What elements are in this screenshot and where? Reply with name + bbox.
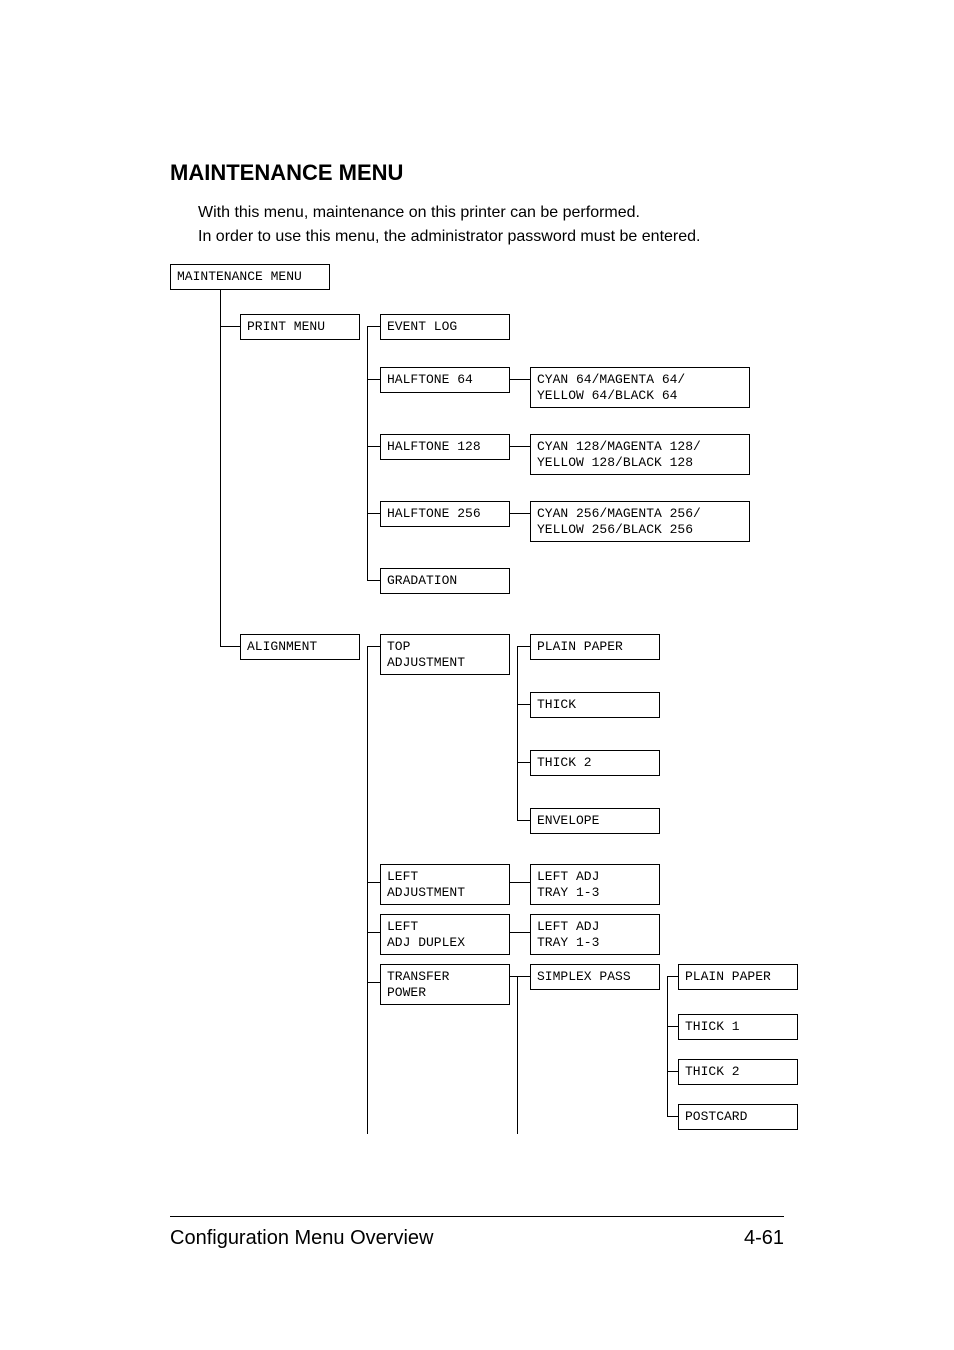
node-print-menu: PRINT MENU — [240, 314, 360, 340]
footer-page-number: 4-61 — [744, 1227, 784, 1250]
node-top-adjustment: TOP ADJUSTMENT — [380, 634, 510, 675]
node-root: MAINTENANCE MENU — [170, 264, 330, 290]
node-halftone-64-detail: CYAN 64/MAGENTA 64/ YELLOW 64/BLACK 64 — [530, 367, 750, 408]
page-footer: Configuration Menu Overview 4-61 — [170, 1216, 784, 1250]
intro-line-1: With this menu, maintenance on this prin… — [198, 204, 784, 222]
section-heading: MAINTENANCE MENU — [170, 160, 784, 186]
node-gradation: GRADATION — [380, 568, 510, 594]
node-left-adj-duplex: LEFT ADJ DUPLEX — [380, 914, 510, 955]
node-left-adjustment: LEFT ADJUSTMENT — [380, 864, 510, 905]
node-alignment: ALIGNMENT — [240, 634, 360, 660]
node-simplex-plain: PLAIN PAPER — [678, 964, 798, 990]
node-left-adj-duplex-tray: LEFT ADJ TRAY 1-3 — [530, 914, 660, 955]
node-transfer-power: TRANSFER POWER — [380, 964, 510, 1005]
node-halftone-256-detail: CYAN 256/MAGENTA 256/ YELLOW 256/BLACK 2… — [530, 501, 750, 542]
node-plain-paper: PLAIN PAPER — [530, 634, 660, 660]
footer-title: Configuration Menu Overview — [170, 1227, 433, 1250]
node-halftone-64: HALFTONE 64 — [380, 367, 510, 393]
node-halftone-128-detail: CYAN 128/MAGENTA 128/ YELLOW 128/BLACK 1… — [530, 434, 750, 475]
intro-line-2: In order to use this menu, the administr… — [198, 228, 784, 246]
node-simplex-thick2: THICK 2 — [678, 1059, 798, 1085]
node-simplex-thick1: THICK 1 — [678, 1014, 798, 1040]
node-simplex-postcard: POSTCARD — [678, 1104, 798, 1130]
node-thick: THICK — [530, 692, 660, 718]
node-simplex-pass: SIMPLEX PASS — [530, 964, 660, 990]
node-thick-2: THICK 2 — [530, 750, 660, 776]
menu-tree-diagram: MAINTENANCE MENU PRINT MENU ALIGNMENT EV… — [170, 264, 790, 1094]
node-left-adj-tray: LEFT ADJ TRAY 1-3 — [530, 864, 660, 905]
node-halftone-256: HALFTONE 256 — [380, 501, 510, 527]
node-event-log: EVENT LOG — [380, 314, 510, 340]
node-halftone-128: HALFTONE 128 — [380, 434, 510, 460]
node-envelope: ENVELOPE — [530, 808, 660, 834]
intro-text: With this menu, maintenance on this prin… — [170, 204, 784, 246]
